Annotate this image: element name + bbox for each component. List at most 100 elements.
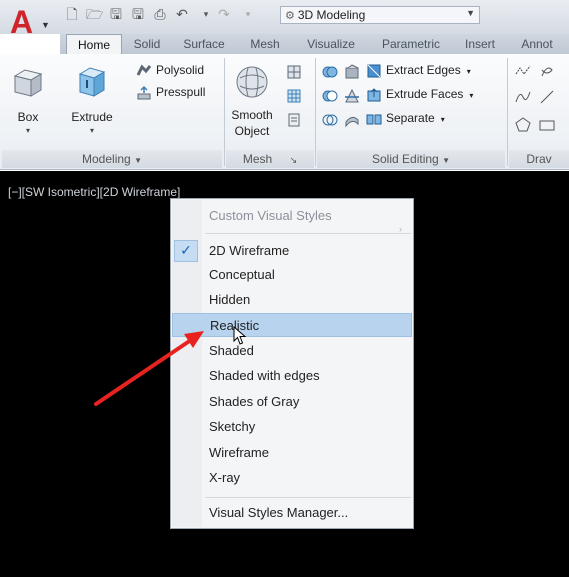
- line-icon[interactable]: [538, 88, 556, 106]
- ribbon-tabs: Home Solid Surface Mesh Visualize Parame…: [60, 34, 569, 55]
- visual-style-control[interactable]: 2D Wireframe: [103, 185, 177, 199]
- undo-icon[interactable]: ↶: [174, 7, 190, 23]
- intersect-icon[interactable]: [322, 112, 338, 128]
- panel-divider: [224, 58, 225, 166]
- mesh-panel-title[interactable]: Mesh ↘: [226, 150, 314, 168]
- modeling-panel-title[interactable]: Modeling ▼: [2, 150, 222, 168]
- union-icon[interactable]: [322, 64, 338, 80]
- viewport-controls[interactable]: [−][SW Isometric][2D Wireframe]: [8, 185, 180, 199]
- application-menu-button[interactable]: A ▼: [6, 4, 52, 40]
- chevron-down-icon: ▾: [440, 115, 445, 124]
- print-icon[interactable]: ⎙: [152, 7, 168, 23]
- menu-item-visual-styles-manager[interactable]: Visual Styles Manager...: [172, 501, 412, 525]
- tab-solid[interactable]: Solid: [124, 34, 170, 54]
- draw-panel-title[interactable]: Drav: [509, 150, 569, 168]
- gear-icon: ⚙: [285, 9, 295, 22]
- menu-item-conceptual[interactable]: Conceptual: [172, 263, 412, 287]
- extract-edges-button[interactable]: Extract Edges ▾: [366, 60, 471, 80]
- menu-divider: [205, 233, 411, 234]
- menu-divider: [205, 497, 411, 498]
- undo-dropdown-icon[interactable]: ▾: [198, 7, 214, 23]
- menu-header-label: Custom Visual Styles: [209, 208, 332, 223]
- tab-parametric[interactable]: Parametric: [370, 34, 452, 54]
- helix-icon[interactable]: [538, 62, 556, 80]
- solid-editing-panel-label: Solid Editing: [372, 152, 439, 166]
- thicken-icon[interactable]: [344, 112, 360, 128]
- subtract-icon[interactable]: [322, 88, 338, 104]
- save-icon[interactable]: 🖫: [108, 7, 124, 23]
- visual-styles-menu: Custom Visual Styles › ✓ 2D Wireframe Co…: [170, 198, 414, 529]
- mesh-panel-label: Mesh: [242, 152, 273, 166]
- ribbon: Box ▾ Extrude ▾ Polysolid Presspull Mode…: [0, 54, 569, 170]
- presspull-icon: [137, 85, 151, 100]
- chevron-down-icon: ▼: [134, 156, 142, 165]
- presspull-button[interactable]: Presspull: [136, 82, 205, 102]
- box-label: Box: [17, 110, 39, 124]
- menu-item-sketchy[interactable]: Sketchy: [172, 415, 412, 439]
- mesh-refine-icon[interactable]: [286, 88, 302, 104]
- extrude-icon: [78, 67, 106, 97]
- viewport-label-suffix: ]: [177, 185, 181, 199]
- extract-edges-icon: [367, 64, 381, 78]
- tab-home[interactable]: Home: [66, 34, 122, 55]
- separate-icon: [366, 114, 382, 125]
- redo-icon[interactable]: ↷: [216, 7, 232, 23]
- new-file-icon[interactable]: 🗋: [64, 7, 80, 23]
- menu-item-x-ray[interactable]: X-ray: [172, 466, 412, 490]
- menu-item-shades-of-gray[interactable]: Shades of Gray: [172, 390, 412, 414]
- polysolid-button[interactable]: Polysolid: [136, 60, 204, 80]
- chevron-right-icon: ›: [399, 224, 402, 234]
- extrude-label: Extrude: [71, 110, 113, 124]
- chevron-down-icon: ▾: [89, 126, 94, 135]
- tab-mesh[interactable]: Mesh: [240, 34, 290, 54]
- box-icon: [13, 69, 43, 97]
- solid-editing-panel-title[interactable]: Solid Editing ▼: [317, 150, 505, 168]
- smooth-object-button[interactable]: Smooth Object: [228, 62, 276, 142]
- presspull-label: Presspull: [156, 85, 206, 99]
- redo-dropdown-icon[interactable]: ▾: [240, 7, 256, 23]
- workspace-switcher[interactable]: ⚙ 3D Modeling ▼: [280, 6, 480, 24]
- menu-item-hidden[interactable]: Hidden: [172, 288, 412, 312]
- save-as-icon[interactable]: 🖫: [130, 7, 146, 23]
- mouse-pointer-icon: [233, 326, 247, 345]
- panel-divider: [507, 58, 508, 166]
- extrude-button[interactable]: Extrude ▾: [64, 62, 120, 140]
- tab-visualize[interactable]: Visualize: [296, 34, 366, 54]
- interfere-icon[interactable]: [344, 64, 360, 80]
- smooth-label-1: Smooth: [231, 108, 273, 122]
- menu-item-wireframe[interactable]: Wireframe: [172, 441, 412, 465]
- tab-annotate[interactable]: Annot: [510, 34, 564, 54]
- mesh-tool-icon[interactable]: [286, 64, 302, 80]
- panel-divider: [315, 58, 316, 166]
- extrude-faces-label: Extrude Faces: [386, 87, 464, 101]
- viewport-label-prefix: [−][SW Isometric][: [8, 185, 104, 199]
- chevron-down-icon: ▾: [466, 67, 471, 76]
- polyline-icon[interactable]: [514, 62, 532, 80]
- menu-item-realistic[interactable]: Realistic: [172, 313, 412, 337]
- menu-item-shaded[interactable]: Shaded: [172, 339, 412, 363]
- open-folder-icon[interactable]: 🗁: [86, 7, 103, 23]
- mesh-crease-icon[interactable]: [286, 112, 302, 128]
- smooth-label-2: Object: [234, 124, 270, 138]
- polysolid-label: Polysolid: [156, 63, 205, 77]
- autocad-logo-icon: A: [10, 4, 34, 40]
- chevron-down-icon: ▼: [466, 8, 475, 18]
- chevron-down-icon: ▾: [25, 126, 30, 135]
- extrude-faces-button[interactable]: Extrude Faces ▾: [366, 84, 473, 104]
- tab-insert[interactable]: Insert: [456, 34, 504, 54]
- separate-button[interactable]: Separate ▾: [366, 108, 445, 128]
- rectangle-icon[interactable]: [538, 116, 556, 134]
- menu-header-custom-visual-styles[interactable]: Custom Visual Styles ›: [172, 204, 412, 234]
- separate-label: Separate: [386, 111, 435, 125]
- spline-icon[interactable]: [514, 88, 532, 106]
- workspace-name: 3D Modeling: [297, 8, 366, 22]
- polygon-icon[interactable]: [514, 116, 532, 134]
- chevron-down-icon: ▾: [469, 91, 474, 100]
- box-button[interactable]: Box ▾: [8, 62, 48, 140]
- chevron-down-icon: ▼: [41, 20, 50, 30]
- slice-icon[interactable]: [344, 88, 360, 104]
- tab-surface[interactable]: Surface: [172, 34, 236, 54]
- menu-item-shaded-with-edges[interactable]: Shaded with edges: [172, 364, 412, 388]
- modeling-panel-label: Modeling: [82, 152, 131, 166]
- menu-item-2d-wireframe[interactable]: 2D Wireframe: [172, 239, 412, 263]
